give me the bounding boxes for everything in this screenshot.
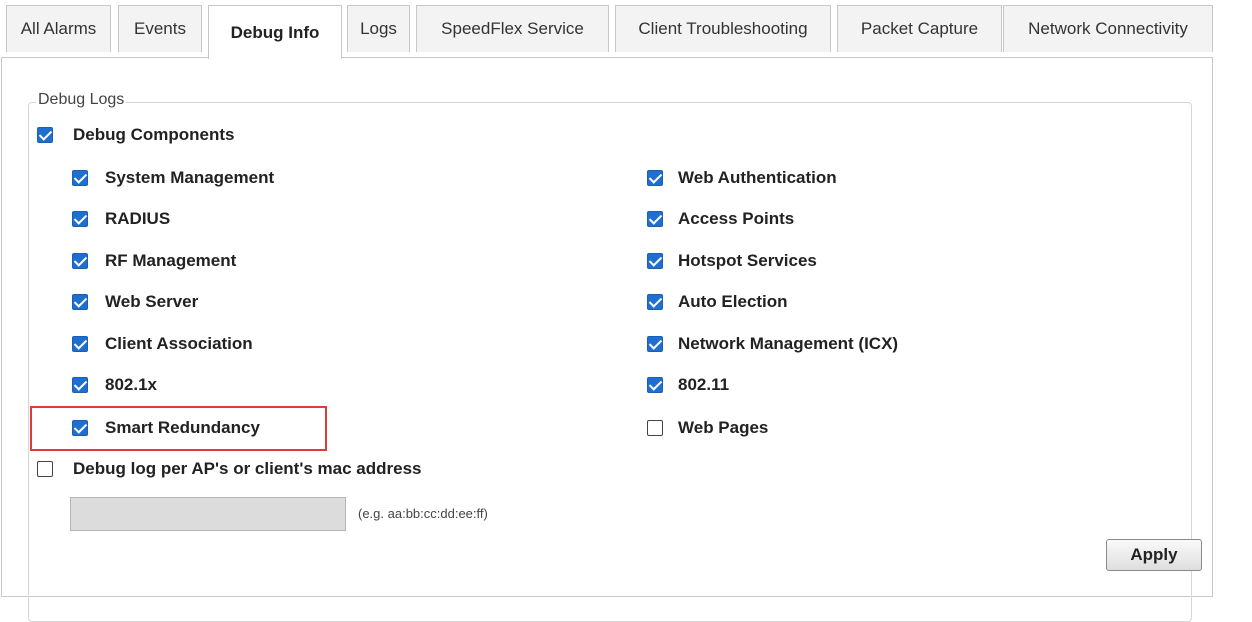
debug-logs-legend: Debug Logs xyxy=(36,91,127,109)
tab-bar: All Alarms Events Debug Info Logs SpeedF… xyxy=(0,0,1252,59)
web-authentication-label: Web Authentication xyxy=(678,168,837,187)
web-server-label: Web Server xyxy=(105,292,199,311)
radius-checkbox[interactable] xyxy=(72,211,88,227)
radius-label: RADIUS xyxy=(105,209,171,228)
8021x-checkbox[interactable] xyxy=(72,377,88,393)
mac-address-input[interactable] xyxy=(70,497,346,531)
system-management-checkbox[interactable] xyxy=(72,170,88,186)
tab-network-connectivity[interactable]: Network Connectivity xyxy=(1003,5,1213,52)
highlight-box xyxy=(30,406,327,451)
mac-address-hint: (e.g. aa:bb:cc:dd:ee:ff) xyxy=(358,506,488,521)
rf-management-label: RF Management xyxy=(105,251,237,270)
tab-speedflex-service[interactable]: SpeedFlex Service xyxy=(416,5,609,52)
tab-events[interactable]: Events xyxy=(118,5,202,52)
hotspot-services-label: Hotspot Services xyxy=(678,251,817,270)
tab-debug-info[interactable]: Debug Info xyxy=(208,5,342,59)
web-pages-checkbox[interactable] xyxy=(647,420,663,436)
web-pages-label: Web Pages xyxy=(678,418,769,437)
debug-components-checkbox[interactable] xyxy=(37,127,53,143)
auto-election-label: Auto Election xyxy=(678,292,788,311)
80211-label: 802.11 xyxy=(678,375,730,394)
debug-components-label: Debug Components xyxy=(73,125,235,144)
apply-button[interactable]: Apply xyxy=(1106,539,1202,571)
mac-address-label: Debug log per AP's or client's mac addre… xyxy=(73,459,422,478)
network-management-icx-label: Network Management (ICX) xyxy=(678,334,899,353)
network-management-icx-checkbox[interactable] xyxy=(647,336,663,352)
tab-all-alarms[interactable]: All Alarms xyxy=(6,5,111,52)
80211-checkbox[interactable] xyxy=(647,377,663,393)
auto-election-checkbox[interactable] xyxy=(647,294,663,310)
client-association-label: Client Association xyxy=(105,334,253,353)
tab-logs[interactable]: Logs xyxy=(347,5,410,52)
rf-management-checkbox[interactable] xyxy=(72,253,88,269)
tab-client-troubleshooting[interactable]: Client Troubleshooting xyxy=(615,5,831,52)
tab-packet-capture[interactable]: Packet Capture xyxy=(837,5,1002,52)
web-server-checkbox[interactable] xyxy=(72,294,88,310)
access-points-checkbox[interactable] xyxy=(647,211,663,227)
system-management-label: System Management xyxy=(105,168,275,187)
client-association-checkbox[interactable] xyxy=(72,336,88,352)
access-points-label: Access Points xyxy=(678,209,795,228)
web-authentication-checkbox[interactable] xyxy=(647,170,663,186)
hotspot-services-checkbox[interactable] xyxy=(647,253,663,269)
mac-address-checkbox[interactable] xyxy=(37,461,53,477)
8021x-label: 802.1x xyxy=(105,375,157,394)
